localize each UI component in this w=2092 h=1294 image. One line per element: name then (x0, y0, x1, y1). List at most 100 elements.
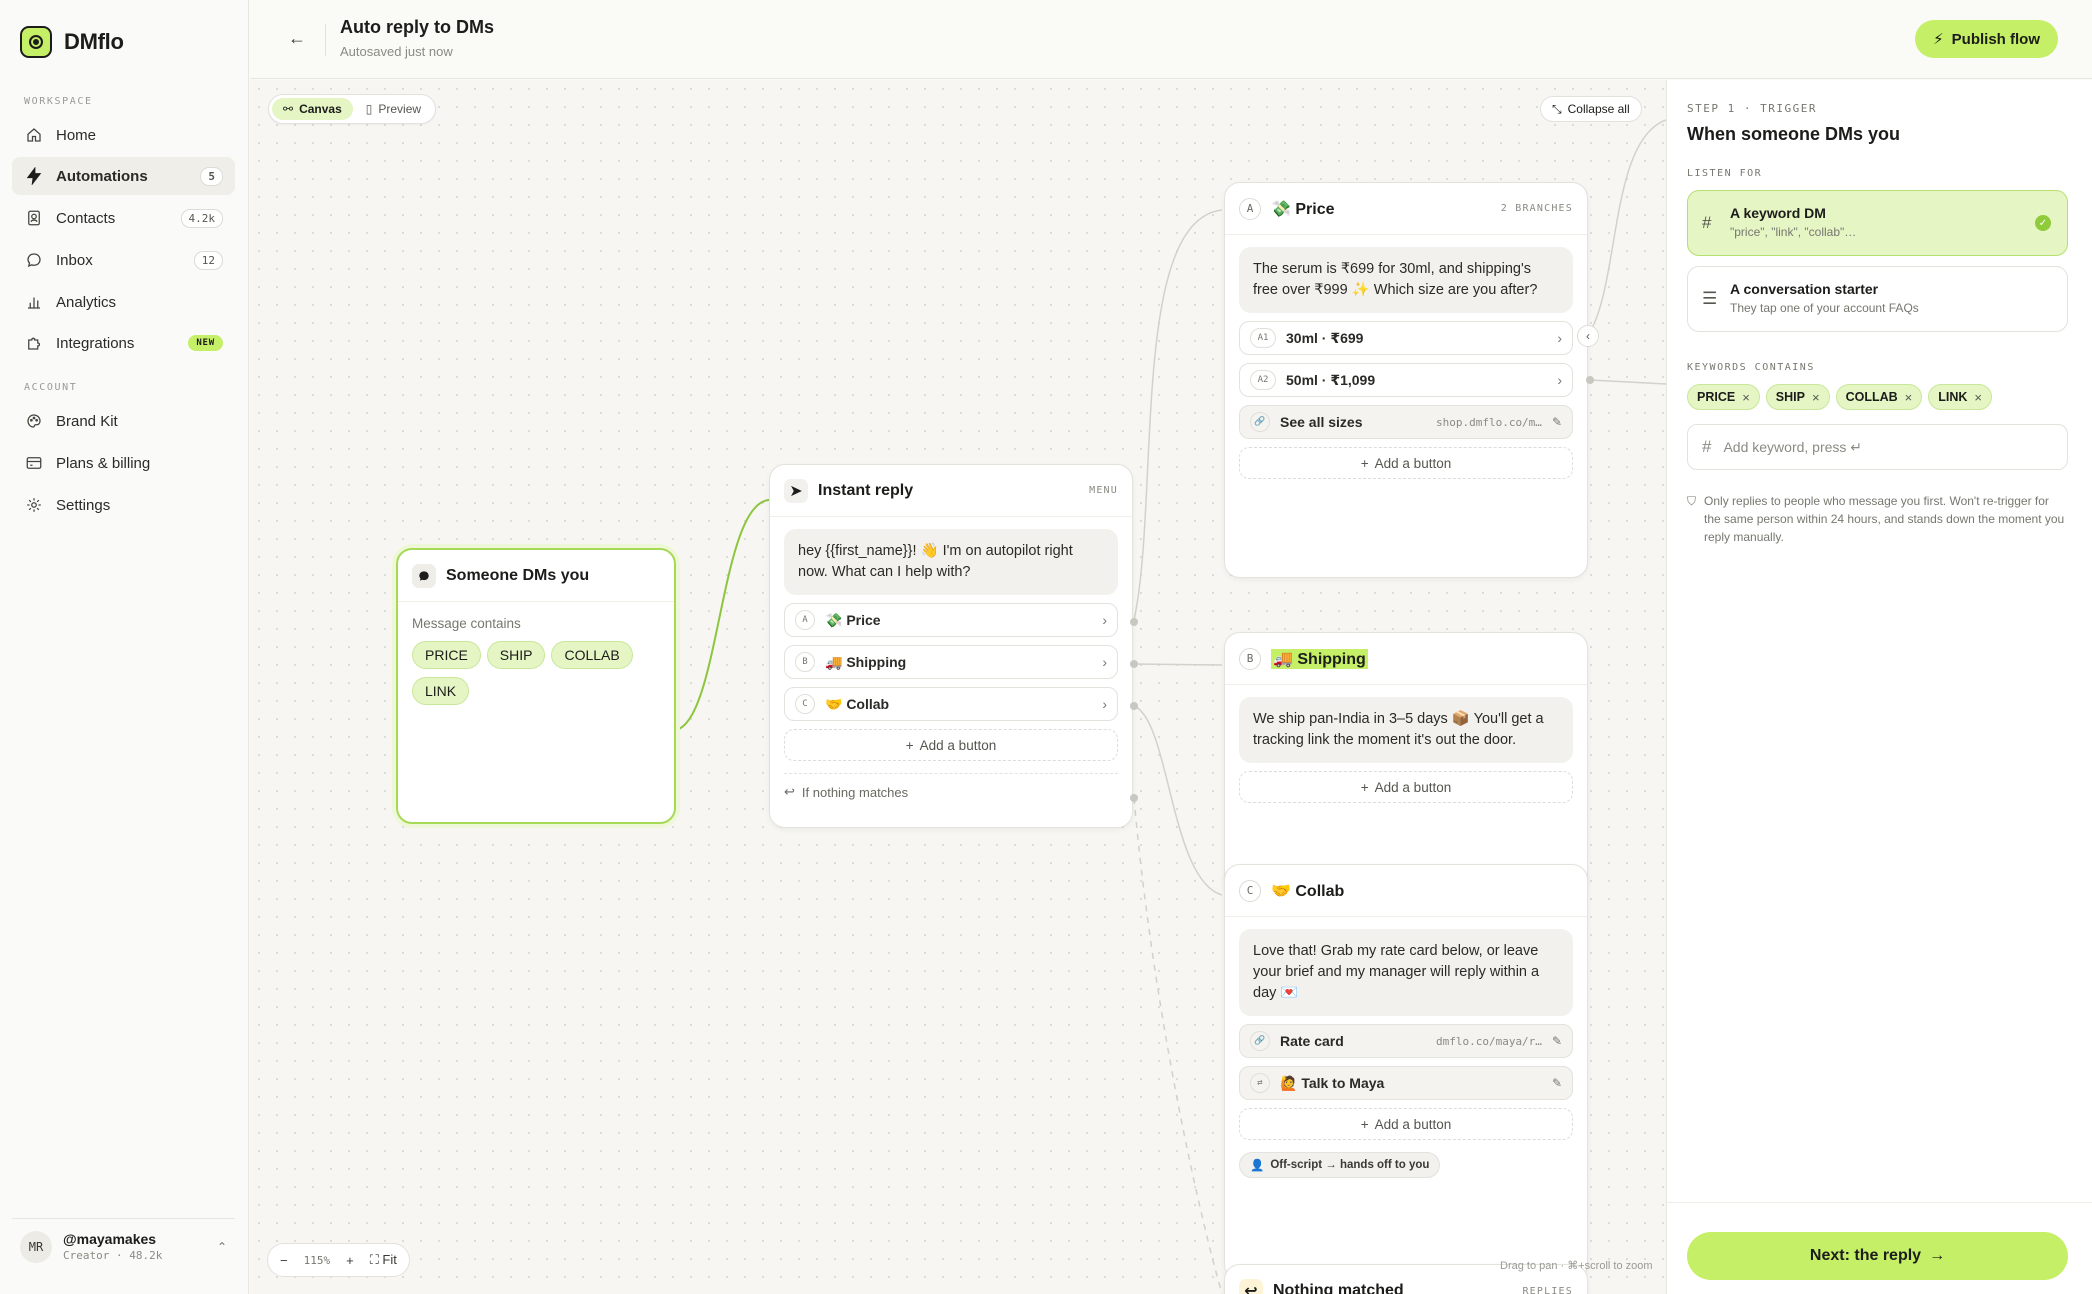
user-account-switcher[interactable]: MR @mayamakes Creator · 48.2k ⌃ (12, 1218, 235, 1274)
sidebar-item-plans-billing[interactable]: Plans & billing (12, 444, 235, 482)
listen-for-label: LISTEN FOR (1687, 168, 1763, 179)
link-icon: 🔗 (1250, 412, 1270, 432)
gear-icon (24, 495, 44, 515)
tab-label: Canvas (299, 102, 342, 116)
chat-icon (412, 563, 436, 588)
add-button[interactable]: + Add a button (1239, 771, 1573, 803)
nodes-icon: ⚯ (283, 102, 294, 116)
sidebar: DMflo WORKSPACE Home Automations 5 Conta… (0, 0, 249, 1294)
panel-footer-divider (1667, 1202, 2092, 1203)
person-icon: 👤 (1250, 1160, 1265, 1172)
price-option-30ml[interactable]: A1 30ml · ₹699 › (1239, 321, 1573, 355)
sidebar-item-contacts[interactable]: Contacts 4.2k (12, 199, 235, 237)
zoom-out-button[interactable]: − (280, 1253, 288, 1268)
output-port[interactable] (1586, 376, 1594, 384)
output-port[interactable] (1130, 702, 1138, 710)
page-title: Auto reply to DMs (340, 17, 495, 37)
sidebar-item-inbox[interactable]: Inbox 12 (12, 241, 235, 279)
keyword-pill: COLLAB (551, 641, 633, 669)
home-icon (24, 125, 44, 145)
price-message[interactable]: The serum is ₹699 for 30ml, and shipping… (1239, 247, 1573, 313)
shipping-message[interactable]: We ship pan-India in 3–5 days 📦 You'll g… (1239, 697, 1573, 763)
fit-icon: ⛶ (369, 1252, 379, 1267)
sidebar-item-brand-kit[interactable]: Brand Kit (12, 402, 235, 440)
pencil-icon[interactable]: ✎ (1552, 1076, 1562, 1090)
option-label: 🤝 Collab (825, 695, 890, 712)
trigger-node[interactable]: Someone DMs you Message contains PRICE SH… (396, 548, 676, 824)
reply-option-collab[interactable]: C 🤝 Collab › (784, 687, 1118, 721)
sidebar-item-integrations[interactable]: Integrations NEW (12, 324, 235, 362)
workspace-section-label: WORKSPACE (24, 96, 93, 107)
trigger-settings-panel: STEP 1 · TRIGGER When someone DMs you LI… (1666, 80, 2092, 1294)
keyword-input[interactable] (1723, 439, 2044, 455)
add-button[interactable]: + Add a button (1239, 1108, 1573, 1140)
price-link-see-all-sizes[interactable]: 🔗 See all sizes shop.dmflo.co/m… ✎ (1239, 405, 1573, 439)
user-meta: Creator · 48.2k (63, 1249, 163, 1262)
remove-icon[interactable]: × (1974, 390, 1982, 405)
wire-trigger-to-reply (675, 499, 771, 731)
node-header: B 🚚 Shipping (1225, 633, 1587, 685)
price-branch-node[interactable]: A 💸 Price 2 BRANCHES The serum is ₹699 f… (1224, 182, 1588, 578)
sidebar-item-settings[interactable]: Settings (12, 486, 235, 524)
tab-canvas[interactable]: ⚯ Canvas (272, 98, 353, 120)
zoom-in-button[interactable]: + (346, 1253, 354, 1268)
node-title: Someone DMs you (446, 566, 590, 584)
collapse-icon: ⤡ (1552, 101, 1562, 116)
keyword-chip-label: COLLAB (1845, 390, 1898, 404)
output-port[interactable] (1130, 618, 1138, 626)
collab-option-talk-to-maya[interactable]: ⇄ 🙋 Talk to Maya ✎ (1239, 1066, 1573, 1100)
output-port[interactable] (1130, 794, 1138, 802)
sidebar-item-home[interactable]: Home (12, 116, 235, 154)
branch-key: A (1239, 197, 1261, 220)
pencil-icon[interactable]: ✎ (1552, 415, 1562, 429)
reply-message[interactable]: hey {{first_name}}! 👋 I'm on autopilot r… (784, 529, 1118, 595)
price-option-50ml[interactable]: A2 50ml · ₹1,099 › (1239, 363, 1573, 397)
keyword-chip: LINK × (1928, 384, 1993, 410)
app-logo[interactable]: DMflo (20, 26, 124, 58)
node-title: Nothing matched (1273, 1282, 1404, 1294)
sidebar-item-analytics[interactable]: Analytics (12, 283, 235, 321)
output-port[interactable] (1130, 660, 1138, 668)
trigger-note: ⛉ Only replies to people who message you… (1687, 492, 2067, 546)
node-title: 🚚 Shipping (1271, 648, 1368, 669)
branch-key: C (1239, 879, 1261, 902)
avatar: MR (20, 1230, 52, 1263)
plus-icon: + (1360, 1116, 1369, 1132)
option-key: B (795, 652, 815, 672)
sidebar-item-automations[interactable]: Automations 5 (12, 157, 235, 195)
choice-keyword-dm[interactable]: # A keyword DM "price", "link", "collab"… (1687, 190, 2068, 256)
link-icon: 🔗 (1250, 1031, 1270, 1051)
pencil-icon[interactable]: ✎ (1552, 1034, 1562, 1048)
reply-option-shipping[interactable]: B 🚚 Shipping › (784, 645, 1118, 679)
publish-flow-button[interactable]: ⚡ Publish flow (1915, 20, 2058, 58)
add-button[interactable]: + Add a button (1239, 447, 1573, 479)
shipping-branch-node[interactable]: B 🚚 Shipping We ship pan-India in 3–5 da… (1224, 632, 1588, 898)
next-label: Next: the reply (1809, 1247, 1922, 1264)
chevron-right-icon: › (1557, 372, 1562, 388)
remove-icon[interactable]: × (1742, 390, 1750, 405)
chevron-left-icon[interactable]: ‹ (1577, 325, 1599, 347)
phone-icon: ▯ (365, 102, 373, 116)
collab-message[interactable]: Love that! Grab my rate card below, or l… (1239, 929, 1573, 1016)
return-arrow-icon: ↩ (1239, 1279, 1263, 1294)
bar-chart-icon (24, 292, 44, 312)
choice-conversation-starter[interactable]: ☰ A conversation starter They tap one of… (1687, 266, 2068, 332)
collapse-all-button[interactable]: ⤡ Collapse all (1540, 96, 1642, 122)
node-header: Someone DMs you (398, 550, 674, 602)
add-button[interactable]: + Add a button (784, 729, 1118, 761)
tab-preview[interactable]: ▯ Preview (355, 98, 432, 120)
flow-canvas[interactable]: ⚯ Canvas ▯ Preview ⤡ Collapse all Someone … (250, 80, 1666, 1294)
next-step-button[interactable]: Next: the reply → (1687, 1232, 2068, 1280)
remove-icon[interactable]: × (1905, 390, 1913, 405)
keywords-label: KEYWORDS CONTAINS (1687, 362, 1815, 373)
instant-reply-node[interactable]: ➤ Instant reply MENU hey {{first_name}}!… (769, 464, 1133, 828)
reply-option-price[interactable]: A 💸 Price › (784, 603, 1118, 637)
collab-link-rate-card[interactable]: 🔗 Rate card dmflo.co/maya/r… ✎ (1239, 1024, 1573, 1058)
collab-branch-node[interactable]: C 🤝 Collab Love that! Grab my rate card … (1224, 864, 1588, 1280)
if-nothing-matches[interactable]: ↩ If nothing matches (784, 773, 1118, 800)
node-title: 💸 Price (1271, 200, 1335, 218)
back-arrow-icon[interactable]: ← (288, 28, 306, 49)
remove-icon[interactable]: × (1812, 390, 1820, 405)
fit-button[interactable]: ⛶ Fit (370, 1252, 397, 1268)
zoom-level: 115% (303, 1253, 331, 1267)
